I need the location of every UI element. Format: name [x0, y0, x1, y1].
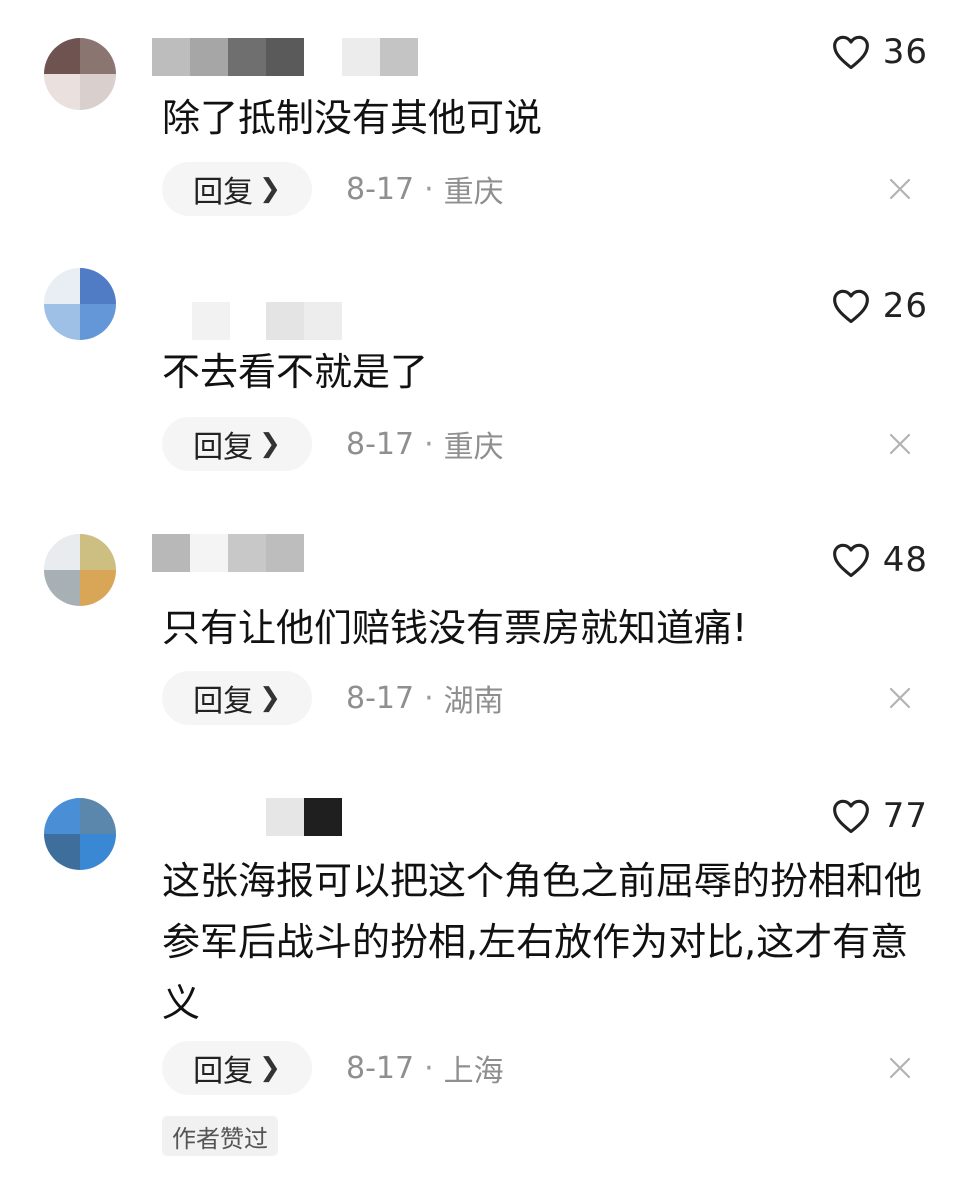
avatar[interactable] [44, 798, 116, 870]
close-button[interactable] [880, 162, 920, 216]
comment-date: 8-17 [346, 680, 415, 716]
comment-location: 重庆 [443, 175, 504, 210]
comment-meta: 回复 ❯ 8-17 · 上海 [162, 1041, 930, 1095]
comment-date: 8-17 [346, 426, 415, 462]
close-icon [889, 433, 911, 455]
reply-label: 回复 [193, 684, 254, 719]
chevron-right-icon: ❯ [259, 174, 281, 204]
like-button[interactable]: 77 [831, 796, 928, 836]
heart-outline-icon [831, 542, 871, 578]
reply-label: 回复 [193, 175, 254, 210]
close-button[interactable] [880, 1041, 920, 1095]
like-button[interactable]: 26 [831, 286, 928, 326]
close-icon [889, 178, 911, 200]
username-obscured[interactable] [266, 798, 342, 836]
reply-label: 回复 [193, 1054, 254, 1089]
meta-info: 8-17 · 湖南 [346, 671, 504, 725]
comment-location: 重庆 [443, 430, 504, 465]
meta-separator: · [424, 426, 434, 462]
username-obscured[interactable] [152, 534, 304, 572]
comment-meta: 回复 ❯ 8-17 · 重庆 [162, 162, 930, 216]
comment-meta: 回复 ❯ 8-17 · 重庆 [162, 417, 930, 471]
meta-separator: · [424, 1050, 434, 1086]
comment-location: 湖南 [443, 684, 504, 719]
reply-button[interactable]: 回复 ❯ [162, 417, 312, 471]
like-button[interactable]: 36 [831, 32, 928, 72]
meta-info: 8-17 · 上海 [346, 1041, 504, 1095]
reply-label: 回复 [193, 430, 254, 465]
close-button[interactable] [880, 671, 920, 725]
heart-outline-icon [831, 798, 871, 834]
comment-text: 只有让他们赔钱没有票房就知道痛! [162, 606, 748, 650]
comment-text: 不去看不就是了 [162, 350, 429, 394]
reply-button[interactable]: 回复 ❯ [162, 671, 312, 725]
username-obscured[interactable] [152, 302, 352, 340]
like-count: 48 [882, 540, 928, 580]
like-button[interactable]: 48 [831, 540, 928, 580]
meta-info: 8-17 · 重庆 [346, 417, 504, 471]
close-icon [889, 687, 911, 709]
like-count: 36 [882, 32, 928, 72]
comment-meta: 回复 ❯ 8-17 · 湖南 [162, 671, 930, 725]
meta-separator: · [424, 680, 434, 716]
meta-info: 8-17 · 重庆 [346, 162, 504, 216]
close-icon [889, 1057, 911, 1079]
heart-outline-icon [831, 34, 871, 70]
avatar[interactable] [44, 534, 116, 606]
comment-location: 上海 [443, 1054, 504, 1089]
reply-button[interactable]: 回复 ❯ [162, 162, 312, 216]
avatar[interactable] [44, 38, 116, 110]
chevron-right-icon: ❯ [259, 1053, 281, 1083]
chevron-right-icon: ❯ [259, 683, 281, 713]
heart-outline-icon [831, 288, 871, 324]
comment-text: 这张海报可以把这个角色之前屈辱的扮相和他参军后战斗的扮相,左右放作为对比,这才有… [162, 859, 923, 1025]
chevron-right-icon: ❯ [259, 429, 281, 459]
comment-date: 8-17 [346, 171, 415, 207]
avatar[interactable] [44, 268, 116, 340]
close-button[interactable] [880, 417, 920, 471]
like-count: 77 [882, 796, 928, 836]
comment-date: 8-17 [346, 1050, 415, 1086]
reply-button[interactable]: 回复 ❯ [162, 1041, 312, 1095]
meta-separator: · [424, 171, 434, 207]
author-liked-badge: 作者赞过 [162, 1116, 278, 1156]
like-count: 26 [882, 286, 928, 326]
comment-text: 除了抵制没有其他可说 [162, 96, 543, 140]
